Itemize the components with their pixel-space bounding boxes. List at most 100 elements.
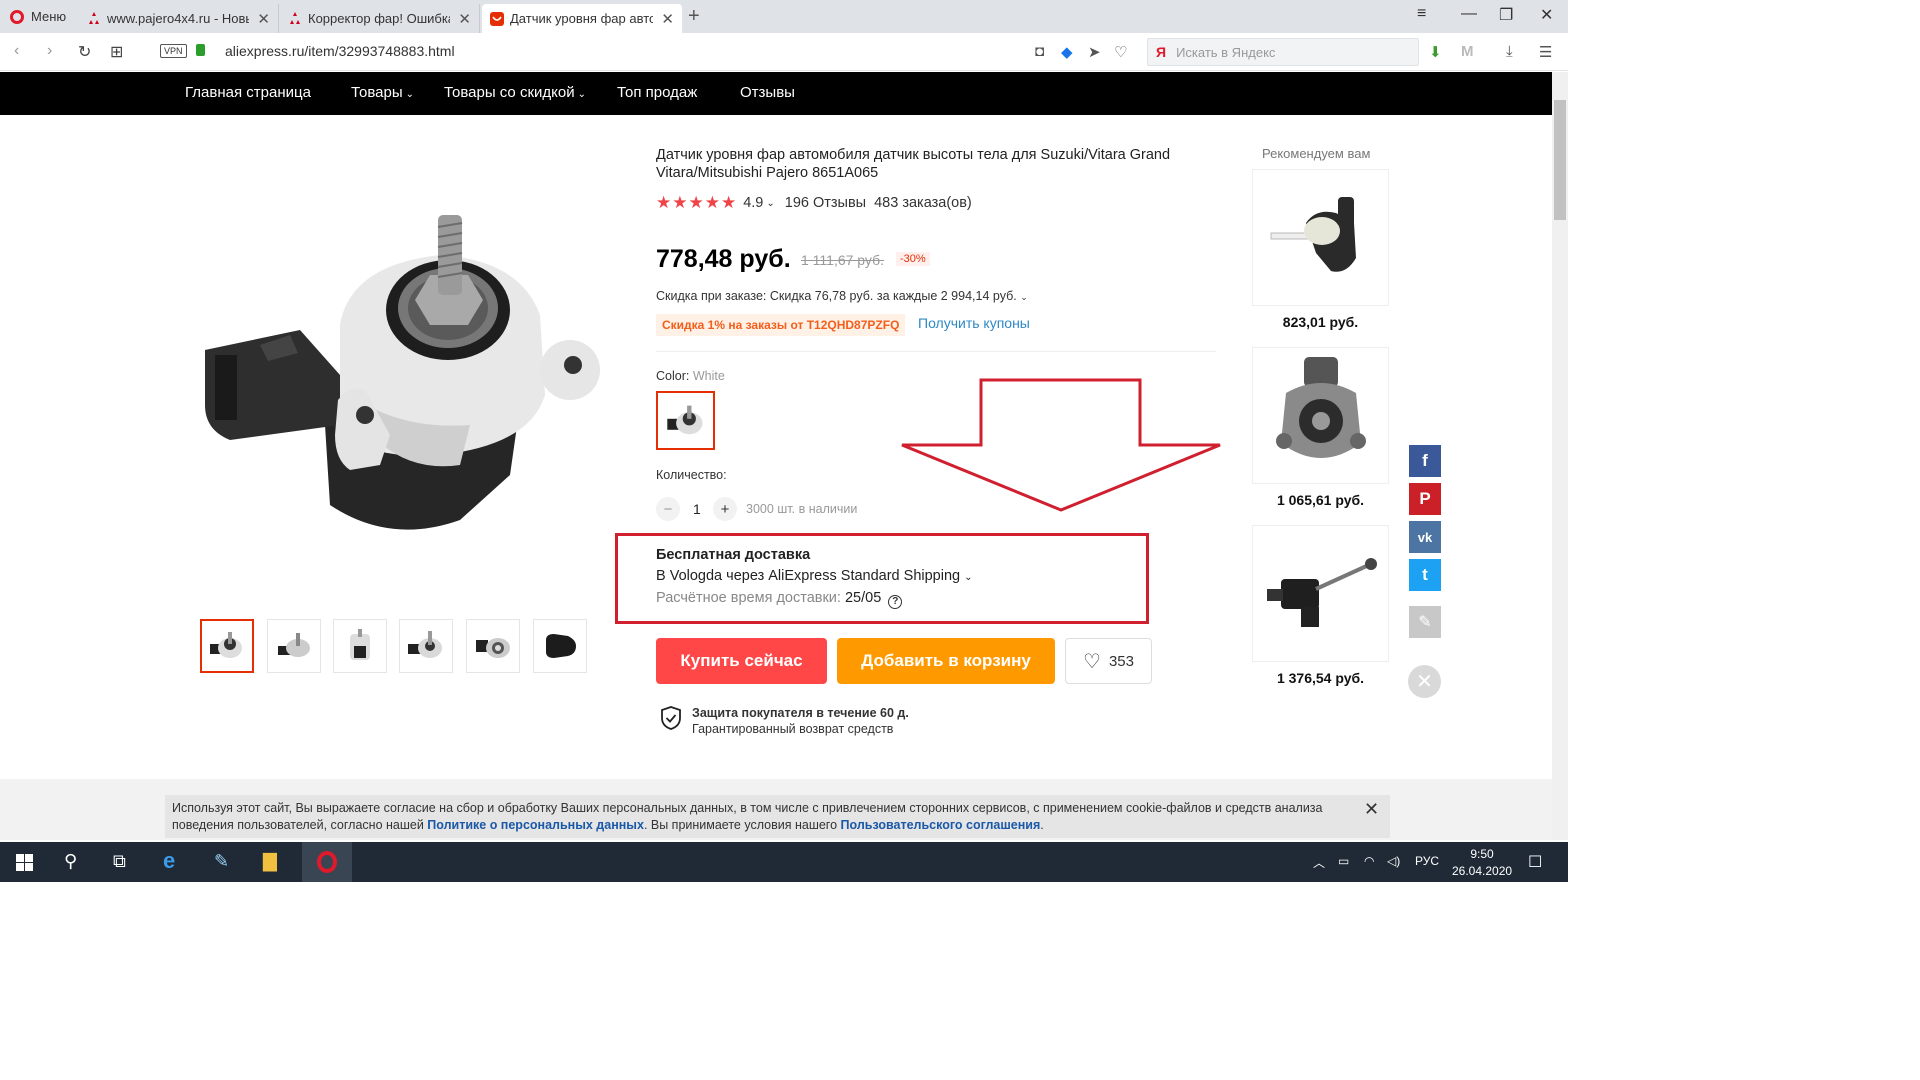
gallery-thumb-6[interactable] — [533, 619, 587, 673]
recommendation-price-1[interactable]: 823,01 руб. — [1252, 314, 1389, 330]
battery-icon[interactable]: ▭ — [1338, 854, 1349, 868]
back-icon[interactable]: ‹ — [14, 42, 19, 60]
add-to-cart-button[interactable]: Добавить в корзину — [837, 638, 1055, 684]
quantity-decrease-button[interactable]: − — [656, 497, 680, 521]
section-divider — [656, 351, 1216, 352]
tab-label: Корректор фар! Ошибка! — [308, 11, 451, 26]
page-scrollbar[interactable] — [1552, 72, 1568, 840]
social-close-icon[interactable]: ✕ — [1408, 665, 1441, 698]
shield-check-icon[interactable]: ◆ — [1061, 43, 1073, 61]
tab-aliexpress-active[interactable]: Датчик уровня фар автомо ✕ — [482, 4, 682, 33]
pencil-edit-icon[interactable]: ✎ — [1409, 606, 1441, 638]
product-title: Датчик уровня фар автомобиля датчик высо… — [656, 147, 1171, 181]
forward-icon[interactable]: › — [47, 42, 52, 60]
wifi-icon[interactable]: ◠ — [1364, 854, 1374, 868]
sensor-swatch-icon — [666, 405, 702, 434]
nav-discounted[interactable]: Товары со скидкой ⌄ — [444, 84, 586, 101]
downloads-icon[interactable]: ⤓ — [1506, 43, 1513, 60]
recommendation-card-2[interactable] — [1252, 347, 1389, 484]
annotation-highlight-box — [615, 533, 1149, 624]
gallery-thumb-5[interactable] — [466, 619, 520, 673]
orders-count: 483 заказа(ов) — [874, 195, 972, 211]
gallery-thumb-1[interactable] — [200, 619, 254, 673]
search-icon[interactable]: ⚲ — [64, 851, 77, 872]
download-arrow-icon[interactable]: ⬇ — [1429, 43, 1442, 61]
tray-chevron-up-icon[interactable]: ︿ — [1313, 854, 1325, 871]
order-discount[interactable]: Скидка при заказе: Скидка 76,78 руб. за … — [656, 289, 1028, 303]
quantity-increase-button[interactable]: + — [713, 497, 737, 521]
tab-close-icon[interactable]: ✕ — [257, 10, 270, 28]
tab-close-icon[interactable]: ✕ — [661, 10, 674, 28]
task-view-icon[interactable]: ⧉ — [113, 851, 126, 872]
chevron-down-icon: ⌄ — [1020, 292, 1028, 302]
gallery-thumb-2[interactable] — [267, 619, 321, 673]
product-main-image[interactable] — [190, 175, 610, 575]
gallery-thumb-3[interactable] — [333, 619, 387, 673]
scrollbar-thumb[interactable] — [1554, 100, 1566, 220]
heart-icon: ♡ — [1083, 650, 1101, 673]
nav-products-label: Товары — [351, 84, 403, 101]
extension-m-icon[interactable]: M — [1461, 43, 1474, 60]
notifications-icon[interactable]: ☐ — [1528, 852, 1542, 872]
color-option-white[interactable] — [656, 391, 715, 450]
yandex-search-input[interactable]: Я Искать в Яндекс — [1147, 38, 1419, 66]
nav-products[interactable]: Товары ⌄ — [351, 84, 414, 101]
url-field[interactable]: aliexpress.ru/item/32993748883.html — [225, 43, 455, 59]
pinterest-share-icon[interactable]: P — [1409, 483, 1441, 515]
nav-home[interactable]: Главная страница — [185, 84, 311, 101]
discount-badge: -30% — [896, 252, 930, 266]
quantity-input[interactable]: 1 — [693, 501, 701, 517]
annotation-arrow — [901, 378, 1221, 512]
vpn-badge[interactable]: VPN — [160, 44, 187, 58]
rating-value[interactable]: 4.9 — [743, 195, 763, 211]
send-icon[interactable]: ➤ — [1088, 43, 1101, 61]
tab-close-icon[interactable]: ✕ — [458, 10, 471, 28]
facebook-share-icon[interactable]: f — [1409, 445, 1441, 477]
get-coupons-link[interactable]: Получить купоны — [918, 315, 1030, 331]
protection-title: Защита покупателя в течение 60 д. — [692, 706, 909, 720]
camera-icon[interactable]: ◘ — [1035, 43, 1044, 60]
speed-dial-icon[interactable]: ⊞ — [110, 42, 123, 62]
volume-icon[interactable]: ◁) — [1387, 854, 1400, 868]
cookie-close-icon[interactable]: ✕ — [1364, 799, 1379, 820]
tab-pajero4x4[interactable]: www.pajero4x4.ru - Новые ✕ — [79, 4, 279, 33]
new-tab-plus-icon[interactable]: + — [688, 5, 700, 28]
reload-icon[interactable]: ↻ — [78, 42, 91, 62]
restore-icon[interactable]: ❐ — [1499, 5, 1513, 25]
reviews-link[interactable]: 196 Отзывы — [785, 195, 866, 211]
recommendation-card-3[interactable] — [1252, 525, 1389, 662]
heart-bookmark-icon[interactable]: ♡ — [1114, 43, 1127, 61]
order-discount-text: Скидка при заказе: Скидка 76,78 руб. за … — [656, 289, 1017, 303]
minimize-icon[interactable]: — — [1461, 5, 1477, 23]
vk-share-icon[interactable]: vk — [1409, 521, 1441, 553]
gallery-thumb-4[interactable] — [399, 619, 453, 673]
language-indicator[interactable]: РУС — [1415, 854, 1439, 868]
tab-menu-icon[interactable]: ≡ — [1417, 5, 1426, 23]
edge-browser-icon[interactable]: e — [163, 848, 175, 874]
nav-top-sales[interactable]: Топ продаж — [617, 84, 697, 101]
recommendation-price-2[interactable]: 1 065,61 руб. — [1252, 492, 1389, 508]
recommendation-price-3[interactable]: 1 376,54 руб. — [1252, 670, 1389, 686]
file-explorer-icon[interactable]: ▇ — [263, 851, 277, 872]
wishlist-button[interactable]: ♡ 353 — [1065, 638, 1152, 684]
tab-korrektor-far[interactable]: Корректор фар! Ошибка! ✕ — [280, 4, 480, 33]
paint-app-icon[interactable]: ✎ — [214, 851, 229, 872]
user-agreement-link[interactable]: Пользовательского соглашения — [841, 818, 1041, 832]
privacy-policy-link[interactable]: Политике о персональных данных — [427, 818, 644, 832]
nav-reviews[interactable]: Отзывы — [740, 84, 795, 101]
window-close-icon[interactable]: ✕ — [1540, 5, 1553, 25]
recommendation-card-1[interactable] — [1252, 169, 1389, 306]
easy-setup-icon[interactable]: ☰ — [1539, 43, 1552, 61]
opera-menu-label: Меню — [31, 9, 67, 24]
opera-menu-button[interactable]: Меню — [0, 0, 78, 33]
tab-label: www.pajero4x4.ru - Новые — [107, 11, 250, 26]
taskbar-clock[interactable]: 9:50 26.04.2020 — [1452, 846, 1512, 880]
opera-taskbar-button[interactable] — [302, 842, 352, 882]
chevron-down-icon: ⌄ — [405, 89, 414, 100]
buy-now-button[interactable]: Купить сейчас — [656, 638, 827, 684]
twitter-share-icon[interactable]: t — [1409, 559, 1441, 591]
chevron-down-icon[interactable]: ⌄ — [766, 198, 774, 209]
lock-icon[interactable] — [196, 44, 205, 56]
cookie-text-2: . Вы принимаете условия нашего — [643, 818, 841, 832]
windows-start-icon[interactable] — [16, 854, 33, 871]
